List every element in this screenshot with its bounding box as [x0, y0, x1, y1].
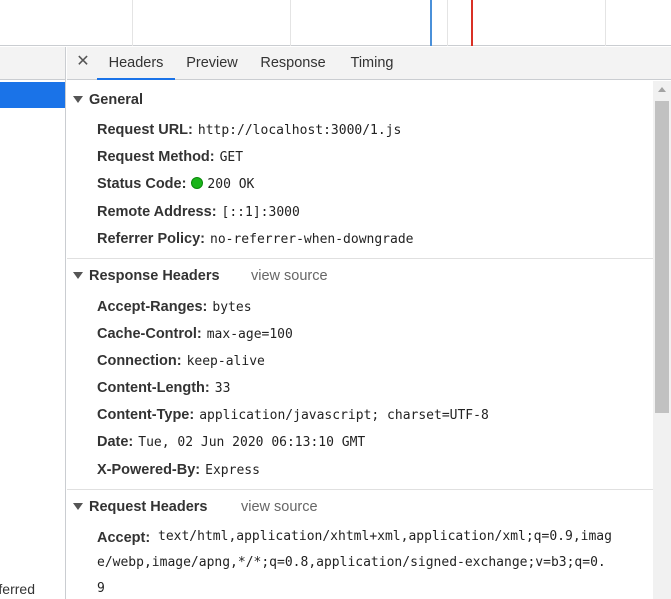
header-row-content-length: Content-Length: 33	[97, 380, 231, 396]
section-divider	[67, 489, 653, 490]
response-view-source-link[interactable]: view source	[251, 265, 328, 287]
request-list: ferred	[0, 47, 66, 599]
close-icon[interactable]: ✕	[75, 54, 91, 70]
header-row-cache-control: Cache-Control: max-age=100	[97, 326, 293, 342]
header-row-x-powered-by: X-Powered-By: Express	[97, 462, 260, 478]
headers-panel: General Request URL: http://localhost:300…	[67, 81, 653, 599]
timeline-gridline	[605, 0, 606, 46]
header-row-date: Date: Tue, 02 Jun 2020 06:13:10 GMT	[97, 434, 366, 450]
section-divider	[67, 258, 653, 259]
header-row-status-code: Status Code: 200 OK	[97, 176, 255, 192]
header-row-referrer-policy: Referrer Policy: no-referrer-when-downgra…	[97, 231, 414, 247]
scrollbar-thumb[interactable]	[655, 101, 669, 413]
tab-preview[interactable]: Preview	[177, 47, 247, 80]
general-toggle[interactable]: General	[67, 89, 143, 111]
header-row-remote-address: Remote Address: [::1]:3000	[97, 204, 300, 220]
header-row-connection: Connection: keep-alive	[97, 353, 265, 369]
timeline-gridline	[447, 0, 448, 46]
load-event-marker	[471, 0, 473, 46]
header-row-request-method: Request Method: GET	[97, 149, 244, 165]
header-row-content-type: Content-Type: application/javascript; cha…	[97, 407, 489, 423]
request-list-header	[0, 47, 65, 80]
timeline-gridline	[290, 0, 291, 46]
scroll-up-arrow-icon[interactable]	[658, 87, 666, 92]
tab-headers[interactable]: Headers	[97, 47, 175, 80]
status-ok-icon	[191, 177, 204, 189]
selected-request-row[interactable]	[0, 82, 65, 108]
collapse-triangle-icon	[73, 272, 83, 280]
request-headers-toggle[interactable]: Request Headers	[67, 496, 207, 518]
request-list-status: ferred	[0, 583, 35, 597]
accept-value-line-1: text/html,application/xhtml+xml,applicat…	[158, 529, 612, 544]
accept-value-line-3: 9	[97, 581, 105, 596]
collapse-triangle-icon	[73, 503, 83, 511]
accept-value-line-2: e/webp,image/apng,*/*;q=0.8,application/…	[97, 555, 606, 570]
response-headers-toggle[interactable]: Response Headers	[67, 265, 220, 287]
details-tabbar: ✕ Headers Preview Response Timing	[67, 47, 671, 80]
vertical-scrollbar[interactable]	[653, 81, 671, 599]
header-row-accept-ranges: Accept-Ranges: bytes	[97, 299, 252, 315]
collapse-triangle-icon	[73, 96, 83, 104]
tab-timing[interactable]: Timing	[341, 47, 403, 80]
request-view-source-link[interactable]: view source	[241, 496, 318, 518]
dom-content-loaded-marker	[430, 0, 432, 46]
timeline-gridline	[132, 0, 133, 46]
header-row-request-url: Request URL: http://localhost:3000/1.js	[97, 122, 402, 138]
tab-response[interactable]: Response	[253, 47, 333, 80]
header-row-accept: Accept:	[97, 530, 151, 546]
network-timeline	[0, 0, 671, 46]
